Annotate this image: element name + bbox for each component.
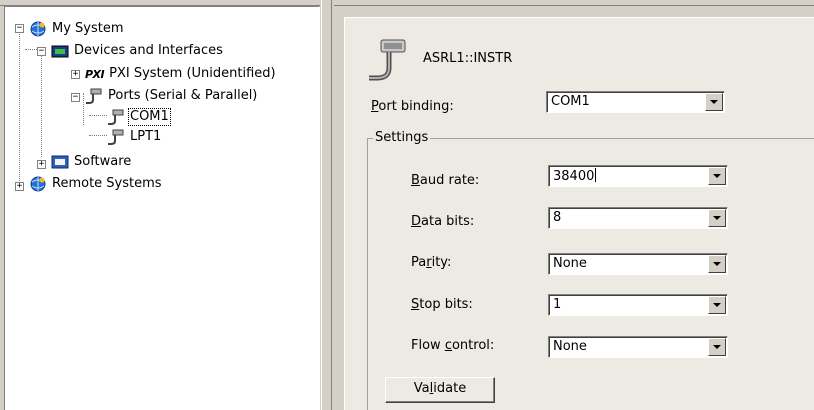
parity-value: None xyxy=(553,256,587,271)
resource-name: ASRL1::INSTR xyxy=(423,51,513,66)
data-bits-label: Data bits: xyxy=(411,214,475,229)
settings-legend: Settings xyxy=(373,130,431,145)
serial-connector-icon xyxy=(367,38,409,82)
tree-line xyxy=(89,135,107,136)
tree-item-label: Software xyxy=(74,154,132,169)
tree-item-my-system[interactable]: My System xyxy=(29,20,126,38)
port-binding-select[interactable]: COM1 xyxy=(546,91,725,113)
parity-label: Parity: xyxy=(411,255,452,270)
flow-control-label: Flow control: xyxy=(411,338,495,353)
tree-item-remote-systems[interactable]: Remote Systems xyxy=(29,175,164,193)
system-tree[interactable]: − My System − Devices and Interfaces + P… xyxy=(4,6,320,410)
port-binding-value: COM1 xyxy=(551,94,590,109)
tree-item-software[interactable]: Software xyxy=(51,153,133,171)
tree-item-devices-and-interfaces[interactable]: Devices and Interfaces xyxy=(51,42,225,60)
data-bits-value: 8 xyxy=(553,210,562,225)
parity-select[interactable]: None xyxy=(548,253,728,275)
baud-rate-select[interactable]: 38400 xyxy=(548,165,728,187)
expand-expander[interactable]: + xyxy=(71,70,80,79)
chevron-down-icon[interactable] xyxy=(705,93,723,111)
pane-splitter[interactable] xyxy=(320,0,334,410)
tree-item-label: Remote Systems xyxy=(52,176,162,191)
chevron-down-icon[interactable] xyxy=(708,209,726,227)
collapse-expander[interactable]: − xyxy=(15,24,24,33)
chevron-down-icon[interactable] xyxy=(708,167,726,185)
port-connector-icon xyxy=(85,88,103,104)
port-binding-label: Port binding: xyxy=(371,99,454,114)
chevron-down-icon[interactable] xyxy=(708,338,726,356)
expand-expander[interactable]: + xyxy=(15,182,24,191)
tree-item-label: LPT1 xyxy=(130,129,162,144)
properties-panel: ASRL1::INSTR Port binding: COM1 Settings… xyxy=(344,17,814,410)
tree-item-label: Ports (Serial & Parallel) xyxy=(108,88,258,103)
text-cursor xyxy=(595,168,597,182)
validate-button[interactable]: Validate xyxy=(385,377,495,403)
baud-rate-label: Baud rate: xyxy=(411,173,480,188)
splitter-edge xyxy=(321,0,322,410)
collapse-expander[interactable]: − xyxy=(37,47,46,56)
network-globe-icon xyxy=(29,21,47,37)
tree-item-com1[interactable]: COM1 xyxy=(107,108,171,126)
expand-expander[interactable]: + xyxy=(37,160,46,169)
flow-control-select[interactable]: None xyxy=(548,336,728,358)
tree-item-label: Devices and Interfaces xyxy=(74,43,223,58)
chevron-down-icon[interactable] xyxy=(708,296,726,314)
splitter-edge xyxy=(331,0,332,410)
tree-line xyxy=(41,49,42,157)
tree-item-lpt1[interactable]: LPT1 xyxy=(107,128,163,146)
data-bits-select[interactable]: 8 xyxy=(548,207,728,229)
tree-line xyxy=(19,29,20,181)
port-connector-icon xyxy=(107,109,125,125)
tree-line xyxy=(89,115,107,116)
network-globe-icon xyxy=(29,176,47,192)
stop-bits-label: Stop bits: xyxy=(411,297,473,312)
stop-bits-value: 1 xyxy=(553,297,562,312)
tree-line xyxy=(83,93,84,125)
tree-item-pxi-system[interactable]: PXI PXI System (Unidentified) xyxy=(85,65,278,83)
software-icon xyxy=(51,154,69,170)
pxi-icon: PXI xyxy=(85,67,105,81)
devices-icon xyxy=(51,43,69,59)
chevron-down-icon[interactable] xyxy=(708,255,726,273)
tree-item-label: My System xyxy=(52,21,124,36)
tree-item-ports[interactable]: Ports (Serial & Parallel) xyxy=(85,87,259,105)
baud-rate-value: 38400 xyxy=(553,168,597,184)
stop-bits-select[interactable]: 1 xyxy=(548,294,728,316)
collapse-expander[interactable]: − xyxy=(71,93,80,102)
port-connector-icon xyxy=(107,129,125,145)
flow-control-value: None xyxy=(553,339,587,354)
tree-item-label: PXI System (Unidentified) xyxy=(109,66,276,81)
tree-item-label: COM1 xyxy=(128,108,171,126)
